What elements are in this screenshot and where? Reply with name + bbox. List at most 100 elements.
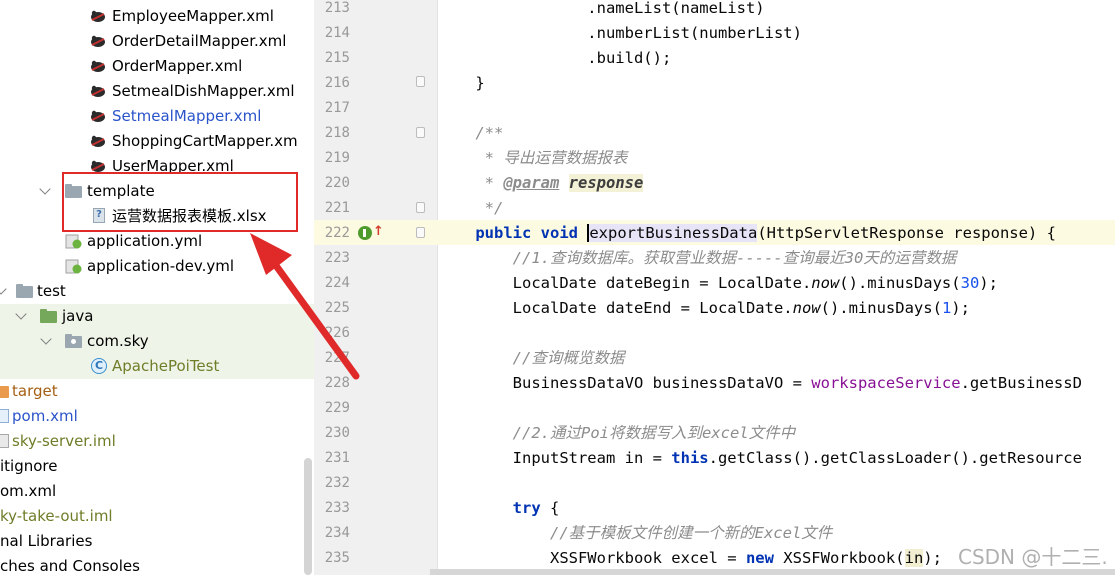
tree-item-target-folder[interactable]: target	[0, 379, 314, 404]
static-method: now	[811, 274, 840, 292]
tree-item-root-pom[interactable]: om.xml	[0, 479, 314, 504]
tree-item-package[interactable]: com.sky	[0, 329, 314, 354]
line-number: 234	[324, 525, 350, 541]
line-number: 224	[324, 275, 350, 291]
line-number: 229	[324, 400, 350, 416]
package-icon	[65, 334, 82, 348]
spring-yml-icon	[65, 258, 82, 274]
tree-item-order-mapper[interactable]: OrderMapper.xml	[0, 54, 314, 79]
line-number: 223	[324, 250, 350, 266]
tree-item-shopping-cart-mapper[interactable]: ShoppingCartMapper.xm	[0, 129, 314, 154]
annotation-highlight-box	[62, 172, 298, 232]
code-line-221: */	[438, 196, 504, 221]
tree-item-employee-mapper[interactable]: EmployeeMapper.xml	[0, 4, 314, 29]
tree-item-apache-poi-test[interactable]: C ApachePoiTest	[0, 354, 314, 379]
tree-item-label: com.sky	[87, 332, 149, 350]
implementation-gutter-icon[interactable]	[358, 226, 372, 240]
tree-item-scratches[interactable]: ches and Consoles	[0, 554, 314, 575]
tree-item-label: itignore	[0, 457, 58, 475]
code-token: );	[979, 274, 998, 292]
fold-marker[interactable]	[416, 76, 425, 87]
tree-item-label: OrderDetailMapper.xml	[112, 32, 287, 50]
line-number: 214	[324, 25, 350, 41]
folder-icon	[16, 284, 33, 298]
chevron-down-icon[interactable]	[40, 333, 52, 345]
fold-marker[interactable]	[416, 127, 425, 138]
javadoc-comment: * 导出运营数据报表	[438, 149, 628, 167]
line-number: 215	[324, 50, 350, 66]
maven-icon	[0, 409, 9, 423]
tree-item-label: ApachePoiTest	[112, 357, 220, 375]
tree-item-label: ky-take-out.iml	[0, 507, 113, 525]
tree-item-label: nal Libraries	[0, 532, 93, 550]
excluded-folder-icon	[0, 386, 9, 398]
chevron-down-icon[interactable]	[15, 308, 27, 320]
code-line-215: .build();	[438, 49, 672, 67]
tree-item-root-iml[interactable]: ky-take-out.iml	[0, 504, 314, 529]
watermark: CSDN @十二三.	[958, 545, 1108, 569]
javadoc-comment: */	[438, 199, 504, 217]
variable-reference: in	[904, 549, 924, 567]
tree-item-label: application-dev.yml	[87, 257, 235, 275]
line-number: 216	[324, 75, 350, 91]
tree-item-application-dev-yml[interactable]: application-dev.yml	[0, 254, 314, 279]
code-token: ().minusDays(	[839, 274, 961, 292]
line-number: 219	[324, 150, 350, 166]
tree-item-gitignore[interactable]: itignore	[0, 454, 314, 479]
keyword: this	[671, 449, 709, 467]
javadoc-comment: /**	[438, 124, 504, 142]
code-line-222: public void exportBusinessData(HttpServl…	[438, 221, 1056, 246]
code-token: ().minusDays(	[820, 299, 942, 317]
code-line-235: XSSFWorkbook excel = new XSSFWorkbook(in…	[438, 546, 942, 571]
field-reference: workspaceService	[811, 374, 961, 392]
number-literal: 30	[960, 274, 980, 292]
tree-item-pom[interactable]: pom.xml	[0, 404, 314, 429]
code-token: LocalDate dateBegin = LocalDate.	[438, 274, 812, 292]
code-line-231: InputStream in = this.getClass().getClas…	[438, 446, 1082, 471]
line-comment: //2.通过Poi将数据写入到excel文件中	[438, 424, 796, 442]
tree-item-label: SetmealMapper.xml	[112, 107, 262, 125]
override-arrow-icon[interactable]: ↑	[373, 224, 384, 239]
line-number: 227	[324, 350, 350, 366]
code-line-223: //1.查询数据库。获取营业数据-----查询最近30天的运营数据	[438, 246, 957, 271]
tree-item-label: om.xml	[0, 482, 57, 500]
tree-item-label: test	[37, 282, 66, 300]
code-token: BusinessDataVO businessDataVO =	[438, 374, 812, 392]
code-line-227: //查询概览数据	[438, 346, 625, 371]
tree-item-external-libraries[interactable]: nal Libraries	[0, 529, 314, 554]
tree-item-setmeal-dish-mapper[interactable]: SetmealDishMapper.xml	[0, 79, 314, 104]
keyword: try	[512, 499, 541, 517]
mybatis-icon	[89, 58, 105, 74]
fold-marker[interactable]	[416, 227, 425, 238]
tree-item-order-detail-mapper[interactable]: OrderDetailMapper.xml	[0, 29, 314, 54]
tree-item-application-yml[interactable]: application.yml	[0, 229, 314, 254]
number-literal: 1	[941, 299, 952, 317]
line-comment: //查询概览数据	[438, 349, 625, 367]
tree-item-setmeal-mapper[interactable]: SetmealMapper.xml	[0, 104, 314, 129]
code-token: .getClass().getClassLoader().getResource	[708, 449, 1082, 467]
chevron-down-icon[interactable]	[39, 183, 51, 195]
tree-scrollbar[interactable]	[304, 458, 312, 575]
code-line-220: * @param response	[438, 174, 644, 192]
tree-item-label: EmployeeMapper.xml	[112, 7, 274, 25]
tree-item-server-iml[interactable]: sky-server.iml	[0, 429, 314, 454]
tree-item-label: ches and Consoles	[0, 557, 140, 575]
fold-marker[interactable]	[416, 202, 425, 213]
line-number: 233	[324, 500, 350, 516]
mybatis-icon	[89, 83, 105, 99]
static-method: now	[792, 299, 821, 317]
method-name: exportBusinessData	[587, 224, 758, 242]
code-token: );	[951, 299, 970, 317]
line-number: 217	[324, 100, 350, 116]
class-icon: C	[91, 358, 107, 374]
tree-item-label: OrderMapper.xml	[112, 57, 243, 75]
line-number: 213	[324, 0, 350, 16]
tree-item-label: target	[12, 382, 58, 400]
line-number: 225	[324, 300, 350, 316]
code-token: );	[923, 549, 942, 567]
chevron-down-icon[interactable]	[0, 283, 7, 295]
method-signature: (HttpServletResponse response) {	[757, 224, 1056, 242]
tree-item-test-folder[interactable]: test	[0, 279, 314, 304]
project-tree-panel: EmployeeMapper.xml OrderDetailMapper.xml…	[0, 0, 314, 575]
tree-item-java-folder[interactable]: java	[0, 304, 314, 329]
